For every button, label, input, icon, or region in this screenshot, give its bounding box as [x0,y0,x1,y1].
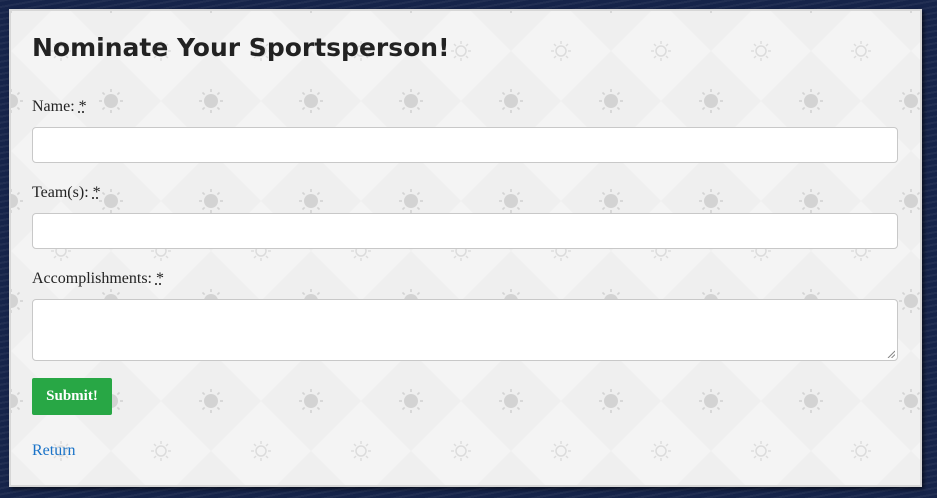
name-input[interactable] [32,127,898,163]
teams-label-text: Team(s): [32,184,89,201]
nomination-card: Nominate Your Sportsperson! Name: * Team… [9,9,922,487]
required-indicator: * [155,270,164,287]
resize-grip-icon[interactable] [887,350,895,358]
name-label: Name: * [32,98,87,116]
teams-label: Team(s): * [32,184,101,202]
accomplishments-label: Accomplishments: * [32,270,164,288]
name-label-text: Name: [32,98,75,115]
accomplishments-textarea[interactable] [32,299,898,361]
accomplishments-label-text: Accomplishments: [32,270,152,287]
page-title: Nominate Your Sportsperson! [32,33,450,62]
return-link[interactable]: Return [32,442,76,460]
submit-button[interactable]: Submit! [32,378,112,415]
required-indicator: * [78,98,87,115]
required-indicator: * [92,184,101,201]
teams-input[interactable] [32,213,898,249]
